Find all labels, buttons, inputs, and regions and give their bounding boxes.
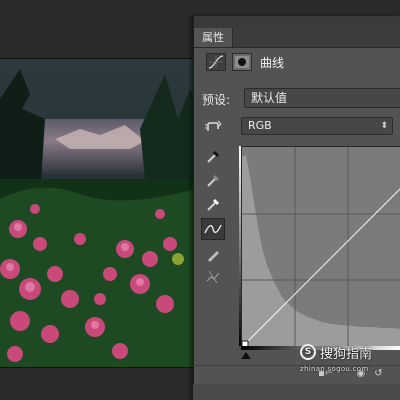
watermark-url: zhinan.sogou.com [300,365,369,373]
panel-bottom-strip [193,384,400,400]
chevron-updown-icon: ⬍ [380,121,388,131]
preset-dropdown[interactable]: 默认值 [244,88,400,108]
preset-label: 预设: [202,93,231,107]
adjustment-header: 曲线 [202,52,397,74]
curves-adjustment-icon[interactable] [206,53,226,71]
curve-graph[interactable] [241,146,400,347]
canvas-image[interactable] [0,58,196,368]
black-input-slider[interactable] [241,352,251,359]
adjustment-title: 曲线 [260,56,285,70]
layer-mask-icon[interactable] [232,53,252,71]
watermark-text: 搜狗指南 [320,347,373,362]
preset-row: 预设: 默认值 [202,88,400,110]
channel-dropdown[interactable]: RGB ⬍ [241,117,393,135]
channel-value: RGB [248,119,272,132]
panel-header-strip [194,16,400,28]
black-point-eyedropper-icon[interactable] [201,146,225,168]
on-image-adjust-icon[interactable] [201,116,225,138]
smooth-curve-icon[interactable] [201,266,225,288]
panel-tab-bar: 属性 [194,28,400,48]
histogram [242,155,400,347]
curve-tools [201,116,227,286]
white-point-eyedropper-icon[interactable] [201,194,225,216]
curve-point-tool-icon[interactable] [201,218,225,240]
tab-properties[interactable]: 属性 [194,28,233,47]
pencil-draw-icon[interactable] [201,244,225,266]
gray-point-eyedropper-icon[interactable] [201,170,225,192]
watermark-logo: S [300,344,316,360]
watermark: S 搜狗指南 zhinan.sogou.com [300,344,400,378]
